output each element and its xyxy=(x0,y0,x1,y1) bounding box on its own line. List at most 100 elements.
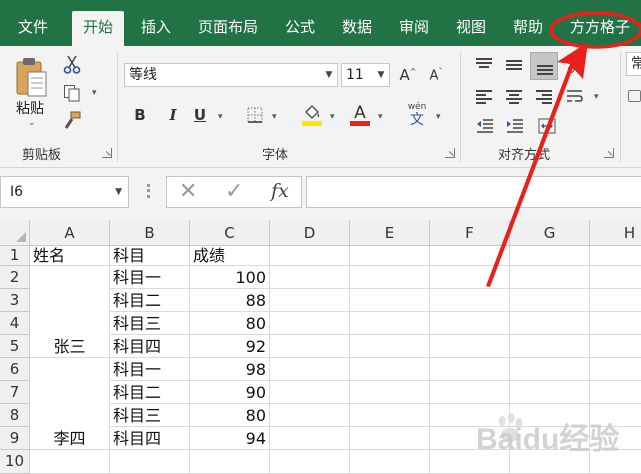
underline-button[interactable]: U xyxy=(190,106,210,124)
cancel-icon[interactable]: ✕ xyxy=(179,179,197,204)
align-right-icon[interactable] xyxy=(536,90,552,106)
clipboard-dialog-launcher-icon[interactable] xyxy=(102,148,112,158)
cell-b4[interactable]: 科目三 xyxy=(113,312,161,335)
formula-input[interactable] xyxy=(306,176,641,208)
column-header-a[interactable]: A xyxy=(30,220,110,246)
alignment-dialog-launcher-icon[interactable] xyxy=(604,148,614,158)
font-color-dropdown-icon[interactable]: ▾ xyxy=(378,112,383,122)
tab-help[interactable]: 帮助 xyxy=(513,14,543,44)
underline-dropdown-icon[interactable]: ▾ xyxy=(218,112,223,122)
column-header-g[interactable]: G xyxy=(510,220,590,246)
tab-review[interactable]: 审阅 xyxy=(399,14,429,44)
select-all-corner[interactable] xyxy=(0,220,30,246)
cell-c9[interactable]: 94 xyxy=(190,427,266,450)
align-center-icon[interactable] xyxy=(506,90,522,106)
scissors-icon xyxy=(63,55,81,74)
cell-c3[interactable]: 88 xyxy=(190,289,266,312)
paste-button[interactable] xyxy=(12,54,52,102)
insert-function-icon[interactable]: fx xyxy=(271,180,289,202)
cell-c1[interactable]: 成绩 xyxy=(193,246,225,266)
name-box[interactable]: I6 ▼ xyxy=(0,176,129,208)
row-header-9[interactable]: 9 xyxy=(0,427,30,450)
cell-c5[interactable]: 92 xyxy=(190,335,266,358)
font-dialog-launcher-icon[interactable] xyxy=(445,148,455,158)
cell-c4[interactable]: 80 xyxy=(190,312,266,335)
cell-c2[interactable]: 100 xyxy=(190,266,266,289)
cell-c7[interactable]: 90 xyxy=(190,381,266,404)
copy-button[interactable] xyxy=(60,82,84,104)
formula-buttons: ✕ ✓ fx xyxy=(166,176,302,208)
column-header-b[interactable]: B xyxy=(110,220,190,246)
tab-data[interactable]: 数据 xyxy=(342,14,372,44)
column-header-e[interactable]: E xyxy=(350,220,430,246)
orientation-button[interactable]: ab xyxy=(564,56,584,76)
cell-b7[interactable]: 科目二 xyxy=(113,381,161,404)
font-size-select[interactable]: 11 ▼ xyxy=(341,63,390,87)
column-header-h[interactable]: H xyxy=(590,220,641,246)
align-left-icon[interactable] xyxy=(476,90,492,106)
align-middle-icon[interactable] xyxy=(506,60,522,72)
row-header-4[interactable]: 4 xyxy=(0,312,30,335)
fill-color-button[interactable] xyxy=(300,102,324,128)
align-bottom-button[interactable] xyxy=(530,52,558,80)
phonetic-dropdown-icon[interactable]: ▾ xyxy=(436,112,441,122)
cut-button[interactable] xyxy=(60,54,84,76)
cell-b2[interactable]: 科目一 xyxy=(113,266,161,289)
tab-page-layout[interactable]: 页面布局 xyxy=(198,14,258,44)
cell-b8[interactable]: 科目三 xyxy=(113,404,161,427)
fill-color-dropdown-icon[interactable]: ▾ xyxy=(330,112,335,122)
enter-check-icon[interactable]: ✓ xyxy=(225,179,243,204)
decrease-indent-icon xyxy=(477,119,493,133)
currency-format-icon[interactable] xyxy=(628,90,641,102)
column-header-c[interactable]: C xyxy=(190,220,270,246)
cell-b9[interactable]: 科目四 xyxy=(113,427,161,450)
font-name-select[interactable]: 等线 ▼ xyxy=(124,63,338,87)
number-format-select[interactable]: 常 xyxy=(626,52,641,76)
cell-b3[interactable]: 科目二 xyxy=(113,289,161,312)
tab-home[interactable]: 开始 xyxy=(72,11,125,46)
cell-c6[interactable]: 98 xyxy=(190,358,266,381)
format-painter-button[interactable] xyxy=(60,110,84,132)
tab-view[interactable]: 视图 xyxy=(456,14,486,44)
merge-center-button[interactable] xyxy=(536,116,558,136)
paste-label[interactable]: 粘贴 xyxy=(16,98,44,118)
decrease-font-size-button[interactable]: Aˇ xyxy=(426,64,446,86)
increase-indent-button[interactable] xyxy=(504,116,526,136)
row-header-5[interactable]: 5 xyxy=(0,335,30,358)
row-header-3[interactable]: 3 xyxy=(0,289,30,312)
row-header-2[interactable]: 2 xyxy=(0,266,30,289)
wrap-text-button[interactable] xyxy=(564,86,586,106)
row-header-6[interactable]: 6 xyxy=(0,358,30,381)
column-header-f[interactable]: F xyxy=(430,220,510,246)
paste-dropdown-icon[interactable]: ⌄ xyxy=(28,118,36,128)
row-header-10[interactable]: 10 xyxy=(0,450,30,474)
borders-button[interactable] xyxy=(244,104,266,126)
alignment-dropdown-icon[interactable]: ▾ xyxy=(594,92,599,102)
decrease-indent-button[interactable] xyxy=(474,116,496,136)
row-header-8[interactable]: 8 xyxy=(0,404,30,427)
font-color-button[interactable]: A xyxy=(348,102,372,128)
chevron-down-icon: ▼ xyxy=(115,187,122,197)
cell-b6[interactable]: 科目一 xyxy=(113,358,161,381)
row-header-7[interactable]: 7 xyxy=(0,381,30,404)
italic-button[interactable]: I xyxy=(163,106,183,124)
cell-a1[interactable]: 姓名 xyxy=(33,246,65,266)
phonetic-guide-button[interactable]: wén 文 xyxy=(404,100,430,130)
tab-file[interactable]: 文件 xyxy=(18,14,48,44)
tab-formulas[interactable]: 公式 xyxy=(285,14,315,44)
tab-insert[interactable]: 插入 xyxy=(141,14,171,44)
increase-font-size-button[interactable]: A^ xyxy=(398,64,418,86)
borders-dropdown-icon[interactable]: ▾ xyxy=(272,112,277,122)
cell-b5[interactable]: 科目四 xyxy=(113,335,161,358)
column-header-d[interactable]: D xyxy=(270,220,350,246)
cell-c8[interactable]: 80 xyxy=(190,404,266,427)
bold-button[interactable]: B xyxy=(130,106,150,124)
copy-icon xyxy=(64,85,80,102)
cell-b1[interactable]: 科目 xyxy=(113,246,145,266)
formula-bar-resize-handle[interactable] xyxy=(147,184,150,198)
copy-dropdown-icon[interactable]: ▾ xyxy=(92,88,97,98)
row-header-1[interactable]: 1 xyxy=(0,246,30,266)
font-grow-icon: A^ xyxy=(399,66,417,84)
align-top-icon[interactable] xyxy=(476,58,492,70)
tab-fangfang-gezi[interactable]: 方方格子 xyxy=(570,14,630,44)
